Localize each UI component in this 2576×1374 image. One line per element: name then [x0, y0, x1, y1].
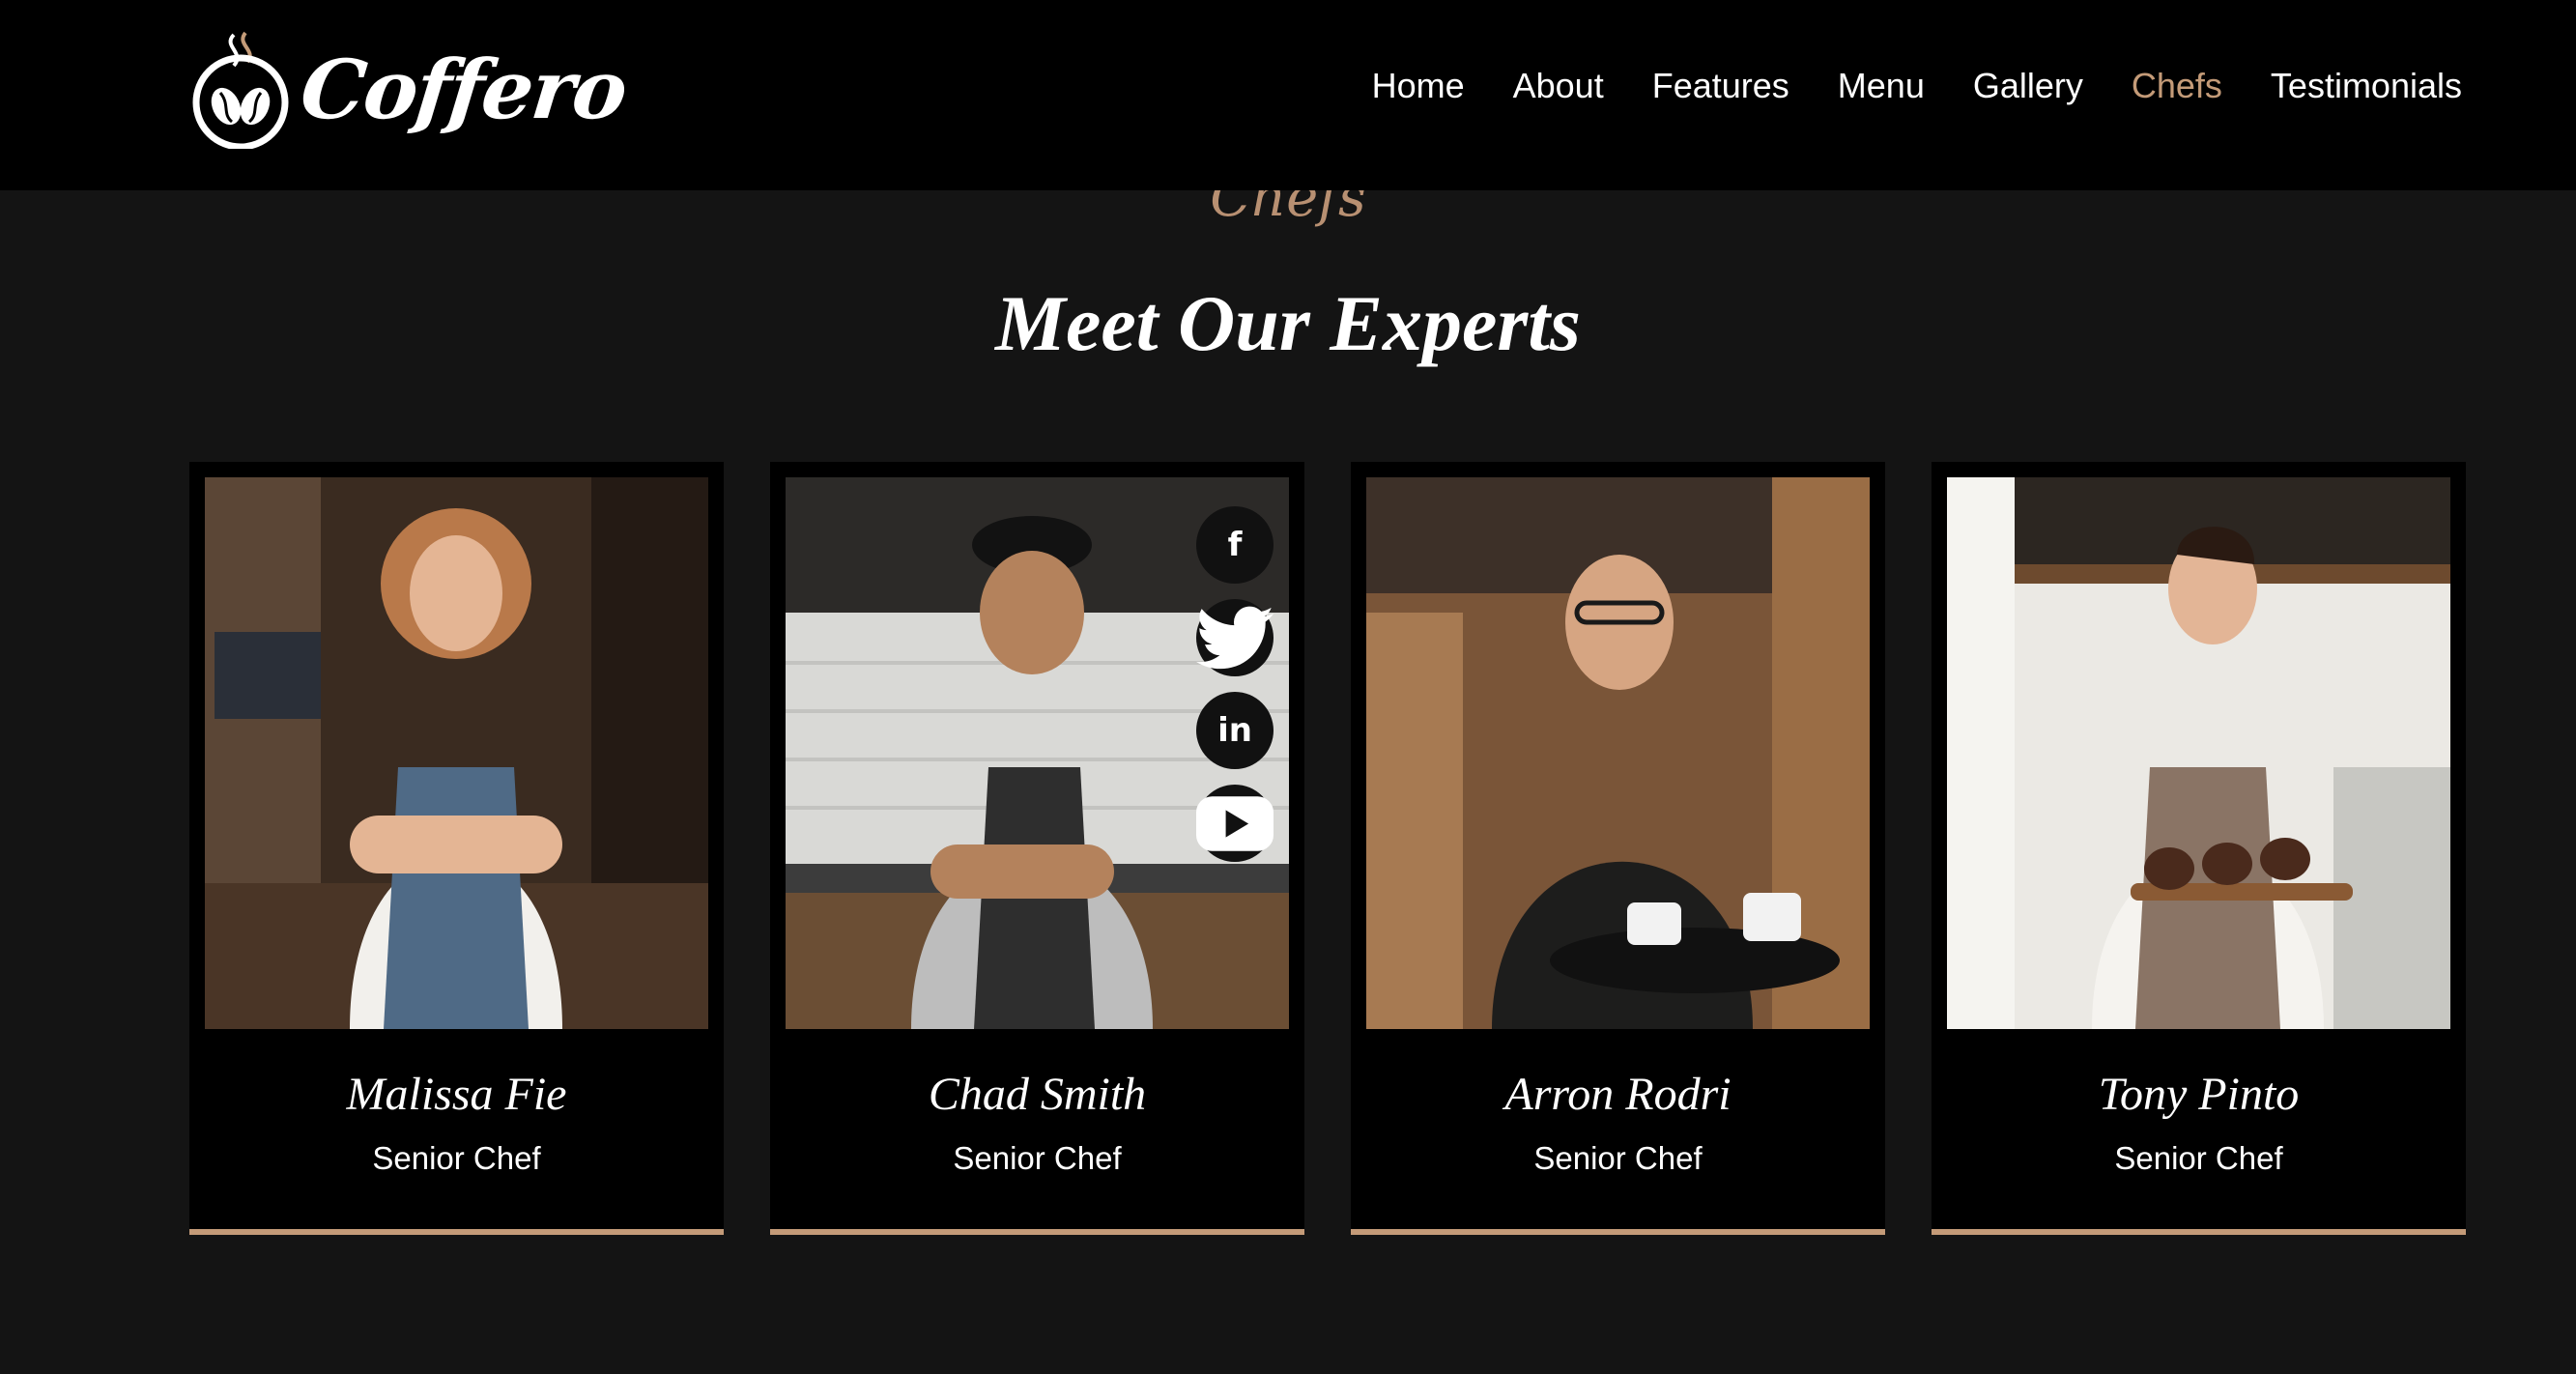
- nav-link-home[interactable]: Home: [1372, 66, 1465, 106]
- brand-logo-link[interactable]: Coffero: [189, 29, 630, 149]
- site-header: Coffero Home About Features Menu Gallery…: [0, 0, 2576, 190]
- chef-card[interactable]: f in Chad Smith Senior Chef: [770, 462, 1304, 1235]
- chef-photo: [1366, 477, 1870, 1029]
- chef-role: Senior Chef: [2114, 1140, 2283, 1176]
- chef-role: Senior Chef: [953, 1140, 1122, 1176]
- chef-photo: f in: [786, 477, 1289, 1029]
- brand-name: Coffero: [296, 41, 631, 137]
- coffee-bean-cup-icon: [192, 31, 289, 149]
- social-links: f in: [1196, 506, 1274, 862]
- chef-name: Tony Pinto: [2098, 1069, 2300, 1120]
- nav-link-chefs[interactable]: Chefs: [2132, 66, 2222, 106]
- chef-name: Chad Smith: [928, 1069, 1147, 1120]
- nav-link-features[interactable]: Features: [1652, 66, 1789, 106]
- nav-link-menu[interactable]: Menu: [1838, 66, 1925, 106]
- chef-card[interactable]: Malissa Fie Senior Chef: [189, 462, 724, 1235]
- nav-link-gallery[interactable]: Gallery: [1973, 66, 2083, 106]
- youtube-icon[interactable]: [1196, 785, 1274, 862]
- chef-name: Arron Rodri: [1504, 1069, 1732, 1120]
- chef-role: Senior Chef: [372, 1140, 541, 1176]
- chef-photo: [205, 477, 708, 1029]
- nav-link-about[interactable]: About: [1513, 66, 1604, 106]
- chef-cards: Malissa Fie Senior Chef f in Chad Smith …: [189, 462, 2466, 1235]
- chef-name: Malissa Fie: [346, 1069, 567, 1120]
- chef-card[interactable]: Arron Rodri Senior Chef: [1351, 462, 1885, 1235]
- chef-card[interactable]: Tony Pinto Senior Chef: [1932, 462, 2466, 1235]
- chef-photo: [1947, 477, 2450, 1029]
- section-title: Meet Our Experts: [995, 279, 1581, 367]
- nav-link-testimonials[interactable]: Testimonials: [2271, 66, 2462, 106]
- main-nav: Home About Features Menu Gallery Chefs T…: [1372, 66, 2462, 106]
- chef-role: Senior Chef: [1533, 1140, 1703, 1176]
